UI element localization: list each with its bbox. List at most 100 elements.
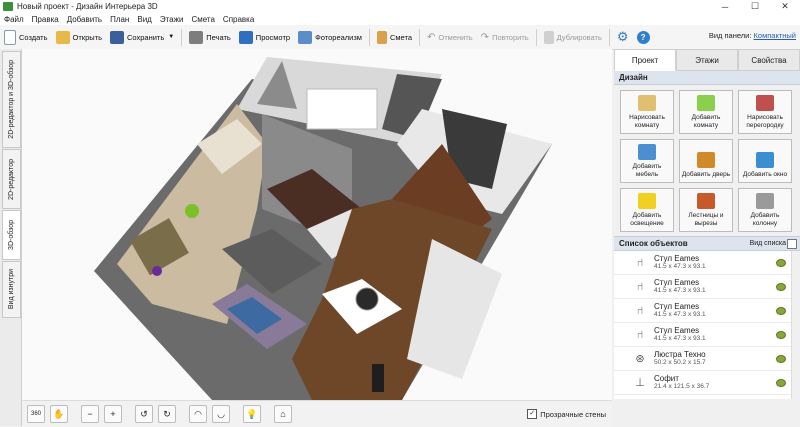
- tilt-up-icon: ◠: [194, 408, 202, 419]
- transparent-walls-checkbox[interactable]: ✓: [527, 409, 538, 419]
- visibility-eye-icon[interactable]: [776, 379, 786, 387]
- visibility-eye-icon[interactable]: [776, 331, 786, 339]
- stairs-cutouts-label: Лестницы и вырезы: [688, 212, 724, 227]
- tilt-up-button[interactable]: ◠: [189, 405, 207, 423]
- menu-plan[interactable]: План: [106, 15, 133, 24]
- draw-room-icon: [638, 95, 656, 111]
- objects-scrollbar[interactable]: [791, 251, 800, 399]
- add-room-button[interactable]: Добавить комнату: [679, 90, 733, 134]
- open-label: Открыть: [72, 32, 102, 42]
- maximize-button[interactable]: ☐: [740, 0, 770, 13]
- object-size: 41.5 x 47.3 x 93.1: [654, 287, 706, 294]
- tab-project[interactable]: Проект: [614, 49, 676, 71]
- draw-room-button[interactable]: Нарисовать комнату: [620, 90, 674, 134]
- add-door-label: Добавить дверь: [681, 171, 731, 178]
- chevron-down-icon[interactable]: ▼: [168, 34, 174, 40]
- list-item[interactable]: ⊥ Софит 21.4 x 121.5 x 36.7: [614, 371, 800, 395]
- stairs-cutouts-button[interactable]: Лестницы и вырезы: [679, 188, 733, 232]
- transparent-walls-option[interactable]: ✓ Прозрачные стены: [527, 409, 606, 419]
- app-icon: [3, 2, 13, 11]
- visibility-eye-icon[interactable]: [776, 259, 786, 267]
- open-button[interactable]: Открыть: [52, 27, 106, 47]
- fireplace: [372, 364, 384, 392]
- home-view-button[interactable]: ⌂: [274, 405, 292, 423]
- duplicate-button[interactable]: Дублировать: [540, 27, 606, 47]
- spotlight-icon: ⊥: [635, 377, 645, 389]
- objects-header-title: Список объектов: [619, 239, 688, 248]
- help-button[interactable]: ?: [633, 27, 654, 47]
- zoom-out-button[interactable]: −: [81, 405, 99, 423]
- redo-button[interactable]: ↷ Повторить: [477, 27, 533, 47]
- chair-icon: ⑁: [636, 280, 644, 293]
- window-title: Новый проект - Дизайн Интерьера 3D: [17, 2, 158, 11]
- menu-floors[interactable]: Этажи: [156, 15, 188, 24]
- settings-button[interactable]: ⚙: [613, 27, 633, 47]
- objects-list[interactable]: ⑁ Стул Eames 41.5 x 47.3 x 93.1 ⑁ Стул Eame…: [614, 251, 800, 399]
- tab-2d-3d[interactable]: 2D-редактор и 3D-обзор: [2, 51, 21, 148]
- tab-2d-3d-label: 2D-редактор и 3D-обзор: [8, 60, 15, 139]
- add-furniture-button[interactable]: Добавить мебель: [620, 139, 674, 183]
- lighting-button[interactable]: 💡: [243, 405, 261, 423]
- window-icon: [756, 152, 774, 168]
- menu-estimate[interactable]: Смета: [187, 15, 218, 24]
- tab-3d-view[interactable]: 3D-обзор: [2, 210, 21, 260]
- objects-view-label[interactable]: Вид списка: [750, 240, 786, 247]
- tab-floors[interactable]: Этажи: [676, 49, 738, 71]
- visibility-eye-icon[interactable]: [776, 283, 786, 291]
- zoom-in-button[interactable]: +: [104, 405, 122, 423]
- hand-pan-button[interactable]: ✋: [50, 405, 68, 423]
- add-door-button[interactable]: Добавить дверь: [679, 139, 733, 183]
- panel-mode-link[interactable]: Компактный: [754, 31, 796, 40]
- tab-properties[interactable]: Свойства: [738, 49, 800, 71]
- photorealism-button[interactable]: Фотореализм: [294, 27, 366, 47]
- minimize-button[interactable]: ─: [710, 0, 740, 13]
- menu-add[interactable]: Добавить: [63, 15, 106, 24]
- menu-file[interactable]: Файл: [0, 15, 28, 24]
- visibility-eye-icon[interactable]: [776, 307, 786, 315]
- add-lighting-label: Добавить освещение: [630, 212, 664, 227]
- object-name: Софит: [654, 374, 679, 383]
- object-name: Стул Eames: [654, 254, 700, 263]
- object-name: Люстра Техно: [654, 350, 706, 359]
- photorealism-label: Фотореализм: [315, 32, 362, 42]
- menu-help[interactable]: Справка: [219, 15, 258, 24]
- folder-icon: [55, 30, 70, 44]
- list-item[interactable]: ⑁ Стул Eames 41.5 x 47.3 x 93.1: [614, 323, 800, 347]
- create-button[interactable]: Создать: [0, 27, 52, 47]
- wall-icon: [756, 95, 774, 111]
- 3d-viewport[interactable]: [22, 49, 612, 400]
- chandelier: [355, 287, 379, 311]
- add-column-button[interactable]: Добавить колонну: [738, 188, 792, 232]
- print-button[interactable]: Печать: [185, 27, 235, 47]
- toolbar-separator: [181, 28, 183, 46]
- right-panel: Проект Этажи Свойства Дизайн Нарисовать …: [614, 49, 800, 426]
- tilt-down-button[interactable]: ◡: [212, 405, 230, 423]
- save-button[interactable]: Сохранить ▼: [106, 27, 178, 47]
- undo-button[interactable]: ↶ Отменить: [423, 27, 477, 47]
- photo-icon: [298, 30, 313, 44]
- close-button[interactable]: ✕: [770, 0, 800, 13]
- help-icon: ?: [636, 30, 650, 44]
- visibility-eye-icon[interactable]: [776, 355, 786, 363]
- list-item[interactable]: ⑁ Стул Eames 41.5 x 47.3 x 93.1: [614, 299, 800, 323]
- home-icon: ⌂: [280, 409, 286, 419]
- add-lighting-button[interactable]: Добавить освещение: [620, 188, 674, 232]
- estimate-button[interactable]: Смета: [373, 27, 416, 47]
- list-item[interactable]: ⑁ Стул Eames 41.5 x 47.3 x 93.1: [614, 251, 800, 275]
- draw-partition-button[interactable]: Нарисовать перегородку: [738, 90, 792, 134]
- menu-edit[interactable]: Правка: [28, 15, 63, 24]
- panel-mode-label: Вид панели:: [708, 31, 752, 40]
- add-window-button[interactable]: Добавить окно: [738, 139, 792, 183]
- rotate-right-button[interactable]: ↻: [158, 405, 176, 423]
- menu-view[interactable]: Вид: [133, 15, 155, 24]
- list-item[interactable]: ⑁ Стул Eames 41.5 x 47.3 x 93.1: [614, 275, 800, 299]
- view-360-button[interactable]: 360: [27, 405, 45, 423]
- rotate-left-button[interactable]: ↺: [135, 405, 153, 423]
- tab-2d-editor[interactable]: 2D-редактор: [2, 149, 21, 209]
- undo-icon: ↶: [427, 31, 436, 43]
- tab-inside-view[interactable]: Вид изнутри: [2, 261, 21, 318]
- rotate-left-icon: ↺: [140, 408, 148, 419]
- list-view-icon[interactable]: [787, 239, 797, 249]
- list-item[interactable]: ⊛ Люстра Техно 50.2 x 50.2 x 15.7: [614, 347, 800, 371]
- preview-button[interactable]: Просмотр: [235, 27, 294, 47]
